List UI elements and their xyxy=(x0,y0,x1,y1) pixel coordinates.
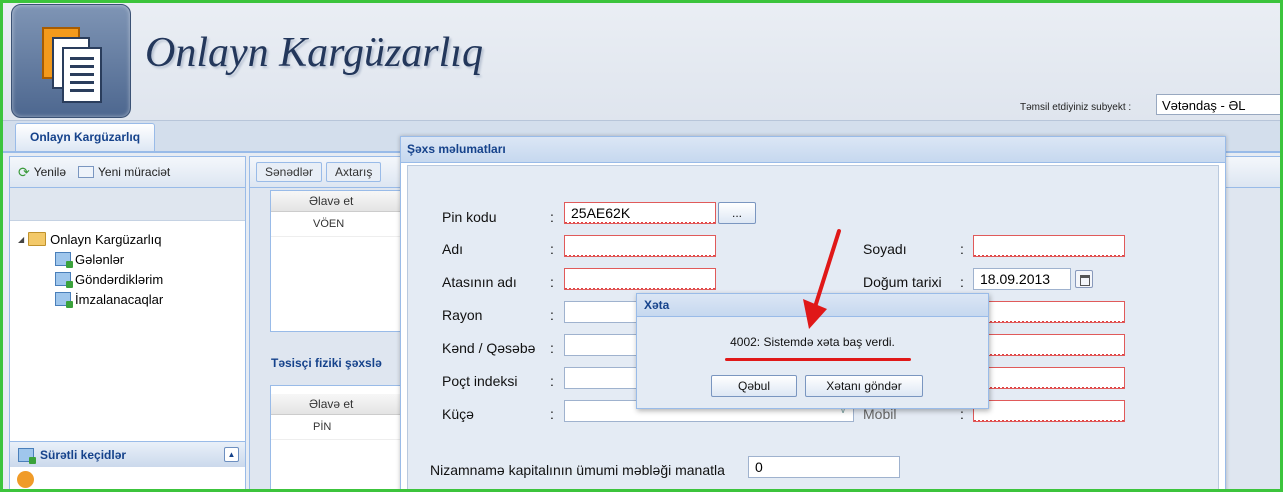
tree-item-label: Göndərdiklərim xyxy=(75,271,164,287)
app-title: Onlayn Kargüzarlıq xyxy=(145,30,483,76)
tab-documents[interactable]: Sənədlər xyxy=(256,162,323,182)
colon: : xyxy=(550,209,554,225)
tree-root[interactable]: ◢ Onlayn Kargüzarlıq xyxy=(18,229,245,249)
birth-date-label: Doğum tarixi xyxy=(863,274,942,290)
folder-icon xyxy=(28,232,47,246)
collapse-triangle-icon: ◢ xyxy=(18,234,25,244)
postal-code-label: Poçt indeksi xyxy=(442,373,518,389)
quick-links-label: Sürətli keçidlər xyxy=(40,447,127,462)
sent-icon xyxy=(55,272,73,288)
nav-tree: ◢ Onlayn Kargüzarlıq Gələnlər Göndərdikl… xyxy=(10,221,245,309)
colon: : xyxy=(960,274,964,290)
accept-button[interactable]: Qəbul xyxy=(711,375,797,397)
tree-item-inbox[interactable]: Gələnlər xyxy=(18,249,245,269)
app-header: Onlayn Kargüzarlıq Təmsil etdiyiniz suby… xyxy=(3,3,1280,121)
inbox-icon xyxy=(55,252,73,268)
logo-doc-front xyxy=(62,47,102,103)
new-request-button[interactable]: Yeni müraciət xyxy=(78,165,170,179)
status-dot-icon xyxy=(17,471,34,488)
grid-column-voen: VÖEN xyxy=(271,212,411,237)
field-input[interactable] xyxy=(973,334,1125,356)
refresh-button[interactable]: ⟳ Yenilə xyxy=(18,164,66,181)
refresh-label: Yenilə xyxy=(33,165,66,179)
pin-grid: Əlavə et PİN xyxy=(270,385,412,489)
subject-select[interactable]: Vətəndaş - ƏL xyxy=(1156,94,1280,115)
quick-links-header[interactable]: Sürətli keçidlər ▲ xyxy=(10,441,245,467)
tab-search[interactable]: Axtarış xyxy=(326,162,382,182)
sidebar: ⟳ Yenilə Yeni müraciət ◢ Onlayn Kargüzar… xyxy=(9,156,246,489)
capital-label: Nizamnamə kapitalının ümumi məbləği mana… xyxy=(430,462,725,478)
surname-input[interactable] xyxy=(973,235,1125,257)
new-request-label: Yeni müraciət xyxy=(98,165,171,179)
pin-label: Pin kodu xyxy=(442,209,497,225)
colon: : xyxy=(960,241,964,257)
quick-links-icon xyxy=(18,447,36,464)
tree-item-label: İmzalanacaqlar xyxy=(75,291,164,307)
district-label: Rayon xyxy=(442,307,483,323)
pin-lookup-button[interactable]: ... xyxy=(718,202,756,224)
sidebar-toolbar: ⟳ Yenilə Yeni müraciət xyxy=(10,157,245,188)
voen-grid: Əlavə et VÖEN xyxy=(270,190,412,332)
colon: : xyxy=(550,406,554,422)
colon: : xyxy=(550,307,554,323)
grid-column-pin: PİN xyxy=(271,415,411,440)
tab-onlayn-kargüzarlıq[interactable]: Onlayn Kargüzarlıq xyxy=(15,123,156,151)
annotation-underline xyxy=(725,358,911,361)
sidebar-spacer xyxy=(10,188,245,221)
father-name-input[interactable] xyxy=(564,268,716,290)
colon: : xyxy=(550,373,554,389)
send-error-button[interactable]: Xətanı göndər xyxy=(805,375,923,397)
tree-item-sent[interactable]: Göndərdiklərim xyxy=(18,269,245,289)
field-input[interactable] xyxy=(973,367,1125,389)
founder-fieldset-legend: Təsisçi fiziki şəxslə xyxy=(271,356,382,370)
app-frame: Onlayn Kargüzarlıq Təmsil etdiyiniz suby… xyxy=(0,0,1283,492)
sign-icon xyxy=(55,292,73,308)
home-input[interactable] xyxy=(973,301,1125,323)
tree-item-to-sign[interactable]: İmzalanacaqlar xyxy=(18,289,245,309)
tree-item-label: Gələnlər xyxy=(75,251,125,267)
add-button[interactable]: Əlavə et xyxy=(271,394,411,415)
name-input[interactable] xyxy=(564,235,716,257)
subject-label: Təmsil etdiyiniz subyekt : xyxy=(1020,102,1132,113)
calendar-icon[interactable] xyxy=(1075,270,1093,288)
add-button[interactable]: Əlavə et xyxy=(271,191,411,212)
collapse-button[interactable]: ▲ xyxy=(224,447,239,462)
street-label: Küçə xyxy=(442,406,474,422)
name-label: Adı xyxy=(442,241,464,257)
annotation-arrow-icon xyxy=(803,229,841,329)
colon: : xyxy=(550,241,554,257)
surname-label: Soyadı xyxy=(863,241,907,257)
colon: : xyxy=(550,274,554,290)
pin-input[interactable]: 25AE62K xyxy=(564,202,716,224)
mobile-input[interactable] xyxy=(973,400,1125,422)
birth-date-input[interactable]: 18.09.2013 xyxy=(973,268,1071,290)
new-mail-icon xyxy=(78,166,94,178)
village-label: Kənd / Qəsəbə xyxy=(442,340,536,356)
error-message: 4002: Sistemdə xəta baş verdi. xyxy=(730,335,895,349)
logo-icon xyxy=(11,4,131,118)
dialog-title: Şəxs məlumatları xyxy=(401,137,1225,163)
capital-input[interactable]: 0 xyxy=(748,456,900,478)
father-name-label: Atasının adı xyxy=(442,274,517,290)
tree-root-label: Onlayn Kargüzarlıq xyxy=(50,231,162,247)
colon: : xyxy=(550,340,554,356)
refresh-icon: ⟳ xyxy=(18,163,30,180)
